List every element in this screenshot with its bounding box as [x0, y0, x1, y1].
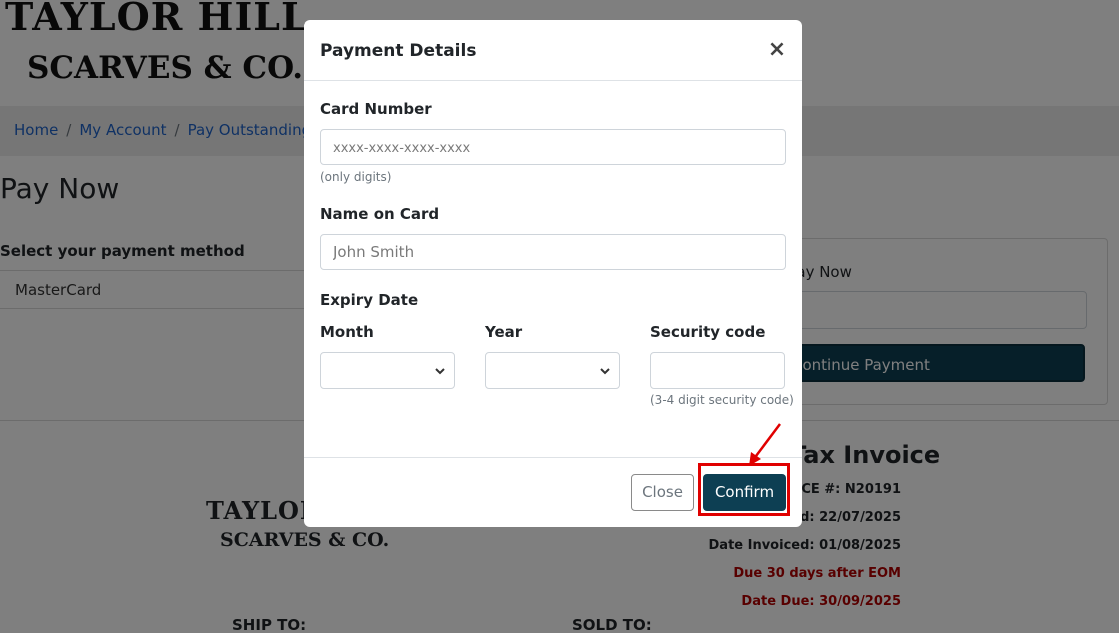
month-label: Month [320, 323, 374, 341]
name-on-card-label: Name on Card [320, 205, 440, 223]
year-label: Year [485, 323, 523, 341]
confirm-highlight-box [698, 463, 790, 516]
modal-header: Payment Details × [304, 20, 802, 81]
security-code-help: (3-4 digit security code) [650, 393, 794, 407]
payment-details-modal: Payment Details × Card Number (only digi… [304, 20, 802, 527]
year-select[interactable] [485, 352, 620, 389]
card-number-label: Card Number [320, 100, 432, 118]
name-on-card-input[interactable] [320, 234, 786, 270]
month-select[interactable] [320, 352, 455, 389]
card-number-input[interactable] [320, 129, 786, 165]
security-code-input[interactable] [650, 352, 785, 389]
modal-title: Payment Details [320, 41, 477, 61]
expiry-date-label: Expiry Date [320, 291, 419, 309]
chevron-down-icon [600, 368, 610, 375]
close-button[interactable]: Close [631, 474, 694, 511]
security-code-label: Security code [650, 323, 766, 341]
chevron-down-icon [435, 368, 445, 375]
annotation-arrow-icon [749, 423, 781, 466]
close-icon[interactable]: × [766, 38, 788, 62]
card-number-help: (only digits) [320, 170, 392, 184]
